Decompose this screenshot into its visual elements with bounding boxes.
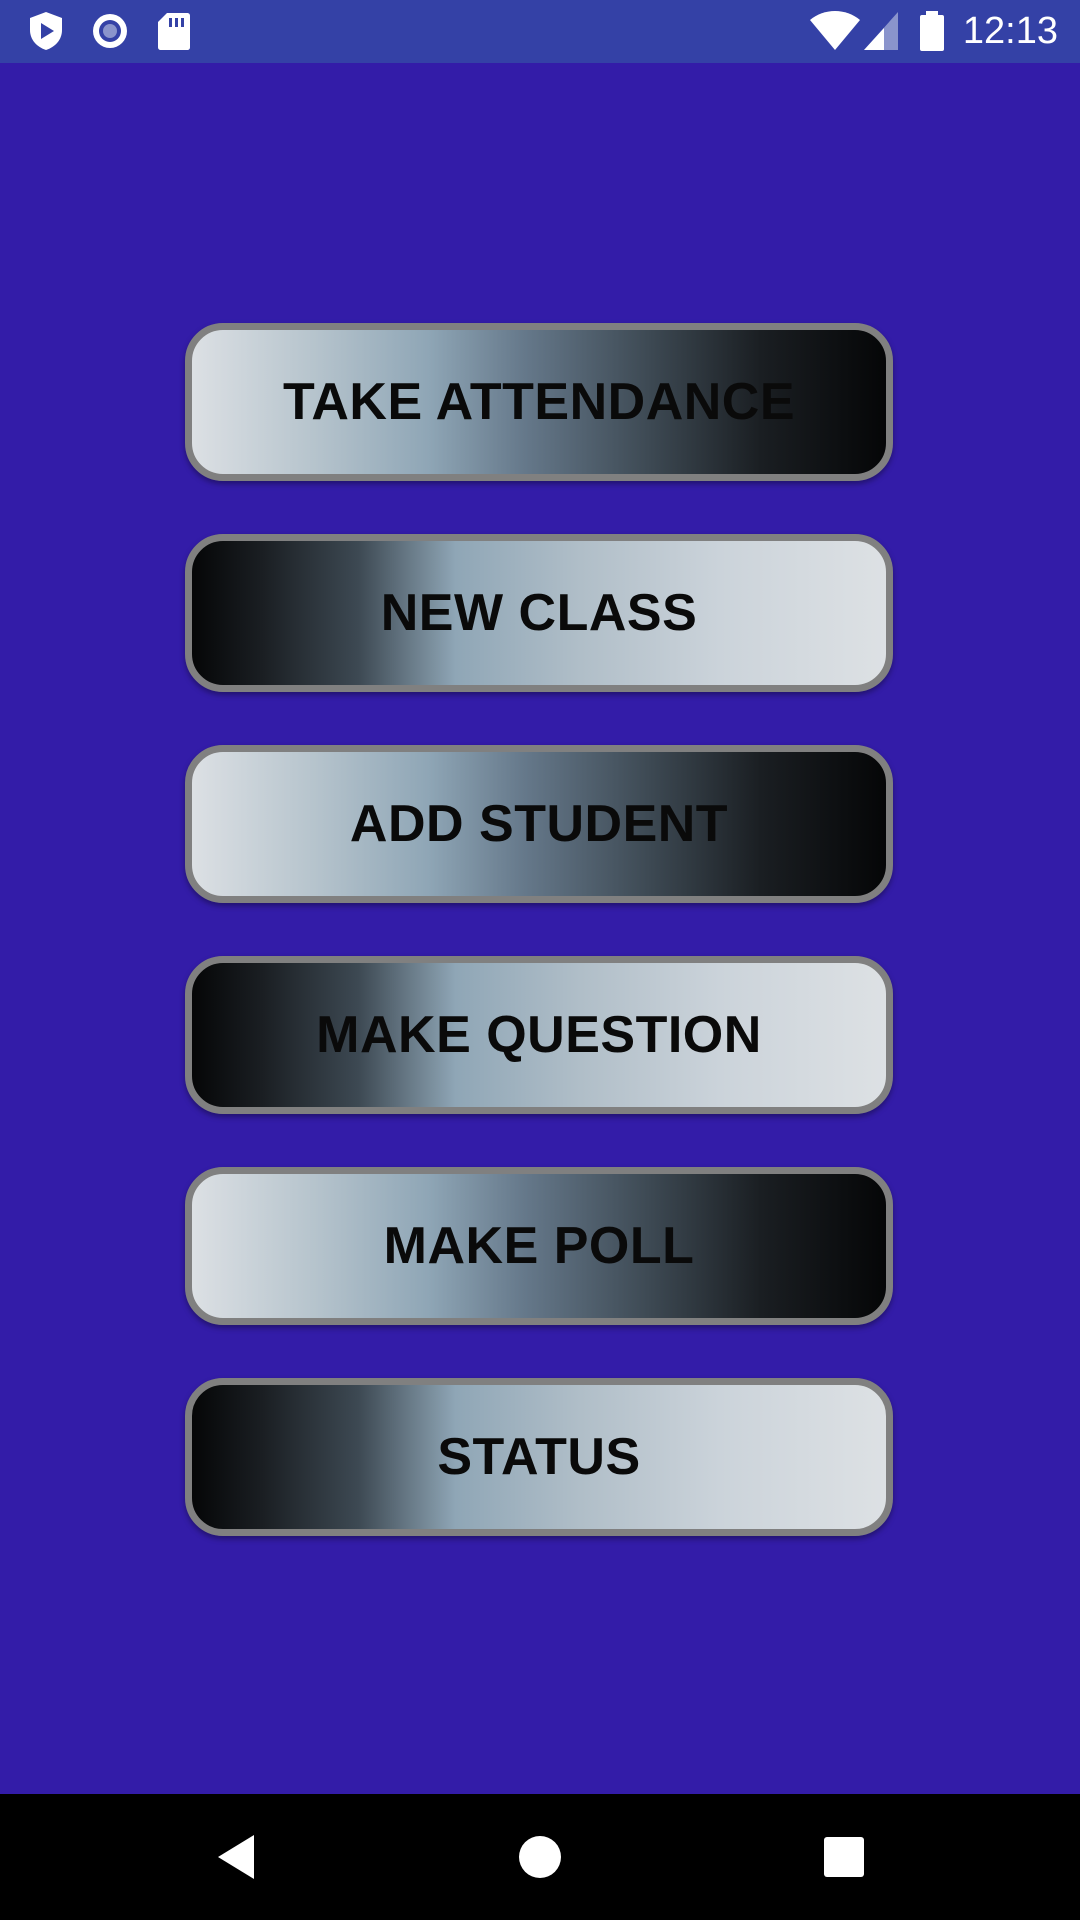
main-menu: TAKE ATTENDANCE NEW CLASS ADD STUDENT MA… xyxy=(0,63,1080,1794)
navigation-bar xyxy=(0,1794,1080,1920)
add-student-button[interactable]: ADD STUDENT xyxy=(185,745,893,903)
new-class-label: NEW CLASS xyxy=(380,584,698,642)
new-class-button[interactable]: NEW CLASS xyxy=(185,534,893,692)
take-attendance-button[interactable]: TAKE ATTENDANCE xyxy=(185,323,893,481)
make-poll-label: MAKE POLL xyxy=(383,1217,695,1275)
status-button[interactable]: STATUS xyxy=(185,1378,893,1536)
cell-signal-icon xyxy=(862,10,900,52)
sd-card-icon xyxy=(154,10,194,52)
back-icon[interactable] xyxy=(208,1827,268,1887)
make-question-label: MAKE QUESTION xyxy=(316,1006,762,1064)
shield-play-icon xyxy=(26,10,66,52)
make-question-button[interactable]: MAKE QUESTION xyxy=(185,956,893,1114)
make-poll-button[interactable]: MAKE POLL xyxy=(185,1167,893,1325)
status-time: 12:13 xyxy=(962,10,1058,52)
status-label: STATUS xyxy=(437,1428,641,1486)
record-circle-icon xyxy=(90,10,130,52)
add-student-label: ADD STUDENT xyxy=(349,795,729,853)
recents-icon[interactable] xyxy=(814,1827,874,1887)
battery-icon xyxy=(918,10,946,52)
home-icon[interactable] xyxy=(510,1827,570,1887)
take-attendance-label: TAKE ATTENDANCE xyxy=(282,373,796,431)
status-bar: 12:13 xyxy=(0,0,1080,63)
wifi-icon xyxy=(808,10,862,52)
